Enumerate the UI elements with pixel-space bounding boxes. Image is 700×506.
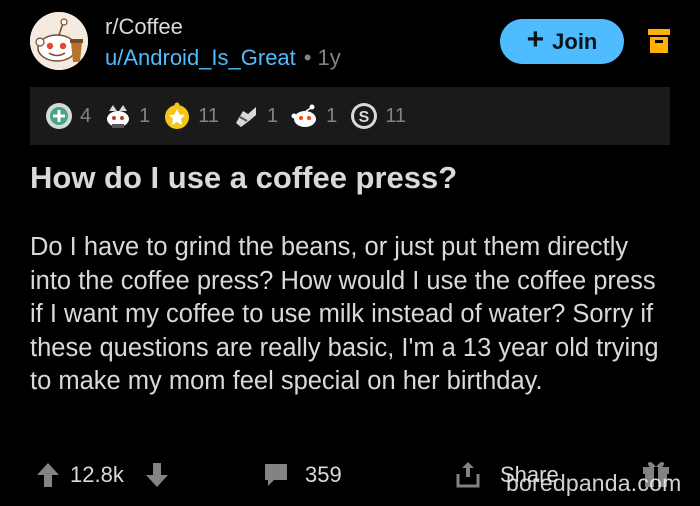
subreddit-name[interactable]: r/Coffee [105, 14, 183, 40]
helpful-award-icon [46, 103, 72, 129]
award-count: 11 [198, 104, 220, 127]
bless-up-award-icon [236, 107, 257, 127]
post-header: r/Coffee u/Android_Is_Great • 1y + Join [0, 0, 700, 84]
join-label: Join [552, 28, 598, 54]
snoo-award-icon [291, 104, 317, 127]
award-silver[interactable]: S 11 [349, 101, 406, 131]
vote-score: 12.8k [70, 462, 124, 487]
award-count: 4 [80, 104, 92, 127]
award-snoo[interactable]: 1 [290, 101, 337, 131]
author-username[interactable]: u/Android_Is_Great [105, 45, 296, 70]
award-count: 1 [267, 104, 279, 127]
join-button[interactable]: + Join [500, 19, 624, 64]
award-count: 11 [385, 104, 407, 127]
plus-icon: + [526, 23, 545, 56]
svg-text:S: S [359, 109, 370, 126]
comment-bubble-icon[interactable] [262, 461, 290, 489]
award-count: 1 [326, 104, 338, 127]
award-count: 1 [139, 104, 151, 127]
post-title[interactable]: How do I use a coffee press? [30, 160, 457, 196]
silver-award-icon: S [351, 103, 378, 129]
award-helpful[interactable]: 4 [44, 101, 91, 131]
doge-award-icon [107, 105, 130, 128]
post-meta: u/Android_Is_Great • 1y [105, 45, 341, 71]
award-wholesome[interactable]: 11 [162, 101, 219, 131]
watermark-text: boredpanda.com [506, 470, 682, 496]
upvote-arrow-icon[interactable] [36, 462, 60, 488]
subreddit-avatar[interactable] [30, 12, 88, 70]
award-bless-up[interactable]: 1 [231, 101, 278, 131]
archive-icon [648, 29, 670, 53]
wholesome-award-icon [165, 102, 190, 129]
meta-separator: • [303, 45, 312, 70]
awards-bar: 4 1 11 1 1 S 11 [30, 87, 670, 145]
post-age: 1y [317, 45, 341, 70]
share-icon[interactable] [455, 460, 481, 488]
snoo-coffee-icon [30, 12, 88, 70]
post-body: Do I have to grind the beans, or just pu… [30, 233, 659, 396]
comment-count[interactable]: 359 [305, 462, 342, 488]
downvote-arrow-icon[interactable] [145, 462, 169, 488]
award-doge[interactable]: 1 [103, 101, 150, 131]
